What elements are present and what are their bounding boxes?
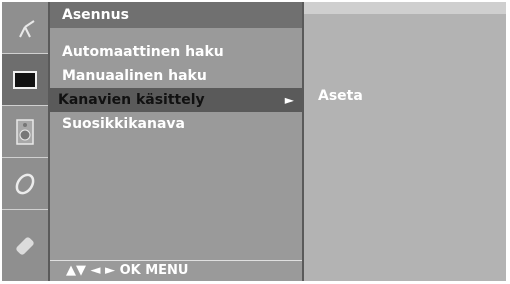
main-menu: Asennus Automaattinen haku Manuaalinen h… xyxy=(50,2,302,281)
sidebar-item-option[interactable] xyxy=(2,210,48,281)
speaker-icon xyxy=(16,118,34,145)
menu-item-manual-scan[interactable]: Manuaalinen haku xyxy=(50,64,302,88)
sidebar xyxy=(2,2,48,281)
submenu-arrow-icon: ► xyxy=(284,93,294,107)
menu-item-auto-scan[interactable]: Automaattinen haku xyxy=(50,40,302,64)
menu-item-label: Automaattinen haku xyxy=(62,44,224,60)
picture-icon xyxy=(13,70,37,89)
submenu-item-set[interactable]: Aseta xyxy=(318,88,363,104)
sidebar-item-picture[interactable] xyxy=(2,54,48,106)
menu-item-label: Manuaalinen haku xyxy=(62,68,207,84)
submenu-header xyxy=(304,2,506,14)
satellite-icon xyxy=(16,236,34,255)
menu-item-channel-edit[interactable]: Kanavien käsittely ► xyxy=(50,88,302,112)
osd-frame: Asennus Automaattinen haku Manuaalinen h… xyxy=(2,2,506,281)
menu-item-label: Kanavien käsittely xyxy=(58,92,205,108)
submenu-panel: Aseta xyxy=(304,2,506,281)
menu-item-favourite-channel[interactable]: Suosikkikanava xyxy=(50,112,302,136)
menu-title: Asennus xyxy=(50,2,302,28)
sidebar-item-time[interactable] xyxy=(2,158,48,210)
navigation-hint: ▲▼ ◄ ► OK MENU xyxy=(50,260,302,281)
clock-icon xyxy=(15,173,35,194)
sidebar-item-sound[interactable] xyxy=(2,106,48,158)
antenna-icon xyxy=(19,19,35,37)
sidebar-item-installation[interactable] xyxy=(2,2,48,54)
menu-item-label: Suosikkikanava xyxy=(62,116,185,132)
